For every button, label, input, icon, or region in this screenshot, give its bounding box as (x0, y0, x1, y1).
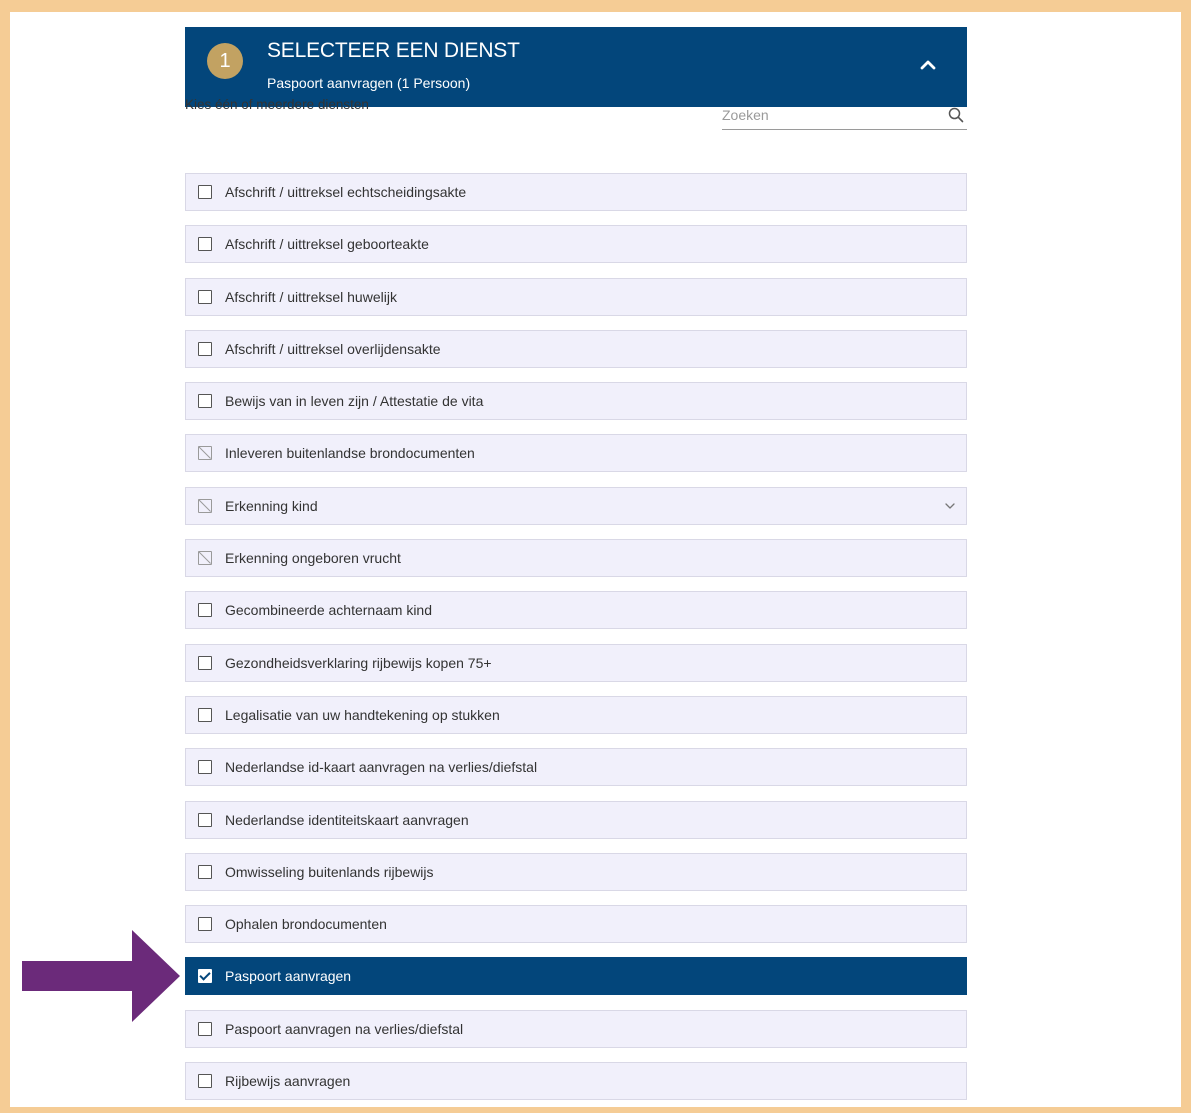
step-title: SELECTEER EEN DIENST (267, 39, 520, 62)
service-selection-panel: 1 SELECTEER EEN DIENST Paspoort aanvrage… (185, 27, 967, 107)
service-label: Afschrift / uittreksel overlijdensakte (225, 340, 441, 357)
step-header[interactable]: 1 SELECTEER EEN DIENST Paspoort aanvrage… (185, 27, 967, 107)
service-item[interactable]: Nederlandse id-kaart aanvragen na verlie… (185, 748, 967, 787)
service-item[interactable]: Bewijs van in leven zijn / Attestatie de… (185, 382, 967, 421)
checkbox[interactable] (198, 760, 212, 775)
checkbox[interactable] (198, 603, 212, 618)
service-label: Legalisatie van uw handtekening op stukk… (225, 706, 500, 723)
service-item[interactable]: Legalisatie van uw handtekening op stukk… (185, 695, 967, 734)
checkbox[interactable] (198, 237, 212, 252)
service-item[interactable]: Omwisseling buitenlands rijbewijs (185, 852, 967, 891)
service-label: Bewijs van in leven zijn / Attestatie de… (225, 393, 484, 410)
checkbox[interactable] (198, 341, 212, 356)
search-input[interactable] (722, 103, 932, 127)
service-label: Afschrift / uittreksel huwelijk (225, 288, 397, 305)
service-label: Paspoort aanvragen (225, 968, 352, 985)
checkbox[interactable] (198, 812, 212, 827)
service-label: Gezondheidsverklaring rijbewijs kopen 75… (225, 654, 492, 671)
chevron-down-icon[interactable] (944, 500, 956, 512)
service-item[interactable]: Gecombineerde achternaam kind (185, 591, 967, 630)
service-label: Nederlandse identiteitskaart aanvragen (225, 811, 469, 828)
service-item[interactable]: Afschrift / uittreksel echtscheidingsakt… (185, 173, 967, 211)
search-icon[interactable] (947, 106, 965, 124)
service-label: Gecombineerde achternaam kind (225, 602, 433, 619)
service-item[interactable]: Ophalen brondocumenten (185, 905, 967, 944)
service-label: Erkenning ongeboren vrucht (225, 550, 401, 567)
service-list: Afschrift / uittreksel echtscheidingsakt… (185, 173, 967, 1114)
step-number-badge: 1 (207, 43, 243, 79)
arrow-right-icon (22, 930, 180, 1022)
service-label: Inleveren buitenlandse brondocumenten (225, 445, 475, 462)
service-label: Rijbewijs aanvragen (225, 1073, 351, 1090)
chevron-up-icon[interactable] (917, 54, 939, 76)
service-item[interactable]: Afschrift / uittreksel geboorteakte (185, 225, 967, 264)
service-label: Ophalen brondocumenten (225, 916, 387, 933)
checkbox[interactable] (198, 289, 212, 304)
checkbox[interactable] (198, 655, 212, 670)
step-subtitle: Paspoort aanvragen (1 Persoon) (267, 75, 471, 91)
service-label: Omwisseling buitenlands rijbewijs (225, 863, 434, 880)
service-item-expandable[interactable]: Erkenning kind (185, 486, 967, 525)
service-item[interactable]: Afschrift / uittreksel huwelijk (185, 277, 967, 316)
service-label: Nederlandse id-kaart aanvragen na verlie… (225, 759, 538, 776)
service-item[interactable]: Rijbewijs aanvragen (185, 1062, 967, 1101)
checkbox[interactable] (198, 1074, 212, 1089)
intro-label: Kies één of meerdere diensten (185, 97, 369, 112)
service-label: Afschrift / uittreksel geboorteakte (225, 236, 429, 253)
service-item[interactable]: Gezondheidsverklaring rijbewijs kopen 75… (185, 643, 967, 682)
service-label: Afschrift / uittreksel echtscheidingsakt… (225, 184, 467, 200)
checkbox[interactable] (198, 185, 212, 199)
service-label: Paspoort aanvragen na verlies/diefstal (225, 1020, 464, 1037)
service-item[interactable]: Afschrift / uittreksel overlijdensakte (185, 329, 967, 368)
search-field[interactable] (722, 103, 967, 130)
disabled-checkbox-icon (198, 551, 212, 566)
disabled-checkbox-icon (198, 498, 212, 513)
service-item-disabled: Inleveren buitenlandse brondocumenten (185, 434, 967, 473)
service-item-selected[interactable]: Paspoort aanvragen (185, 957, 967, 996)
checkbox[interactable] (198, 707, 212, 722)
checked-checkbox[interactable] (198, 969, 212, 984)
checkbox[interactable] (198, 394, 212, 409)
service-item-disabled: Erkenning ongeboren vrucht (185, 539, 967, 578)
checkbox[interactable] (198, 864, 212, 879)
checkbox[interactable] (198, 1021, 212, 1036)
service-item[interactable]: Nederlandse identiteitskaart aanvragen (185, 800, 967, 839)
checkbox[interactable] (198, 917, 212, 932)
service-label: Erkenning kind (225, 497, 318, 514)
disabled-checkbox-icon (198, 446, 212, 461)
service-item[interactable]: Paspoort aanvragen na verlies/diefstal (185, 1009, 967, 1048)
